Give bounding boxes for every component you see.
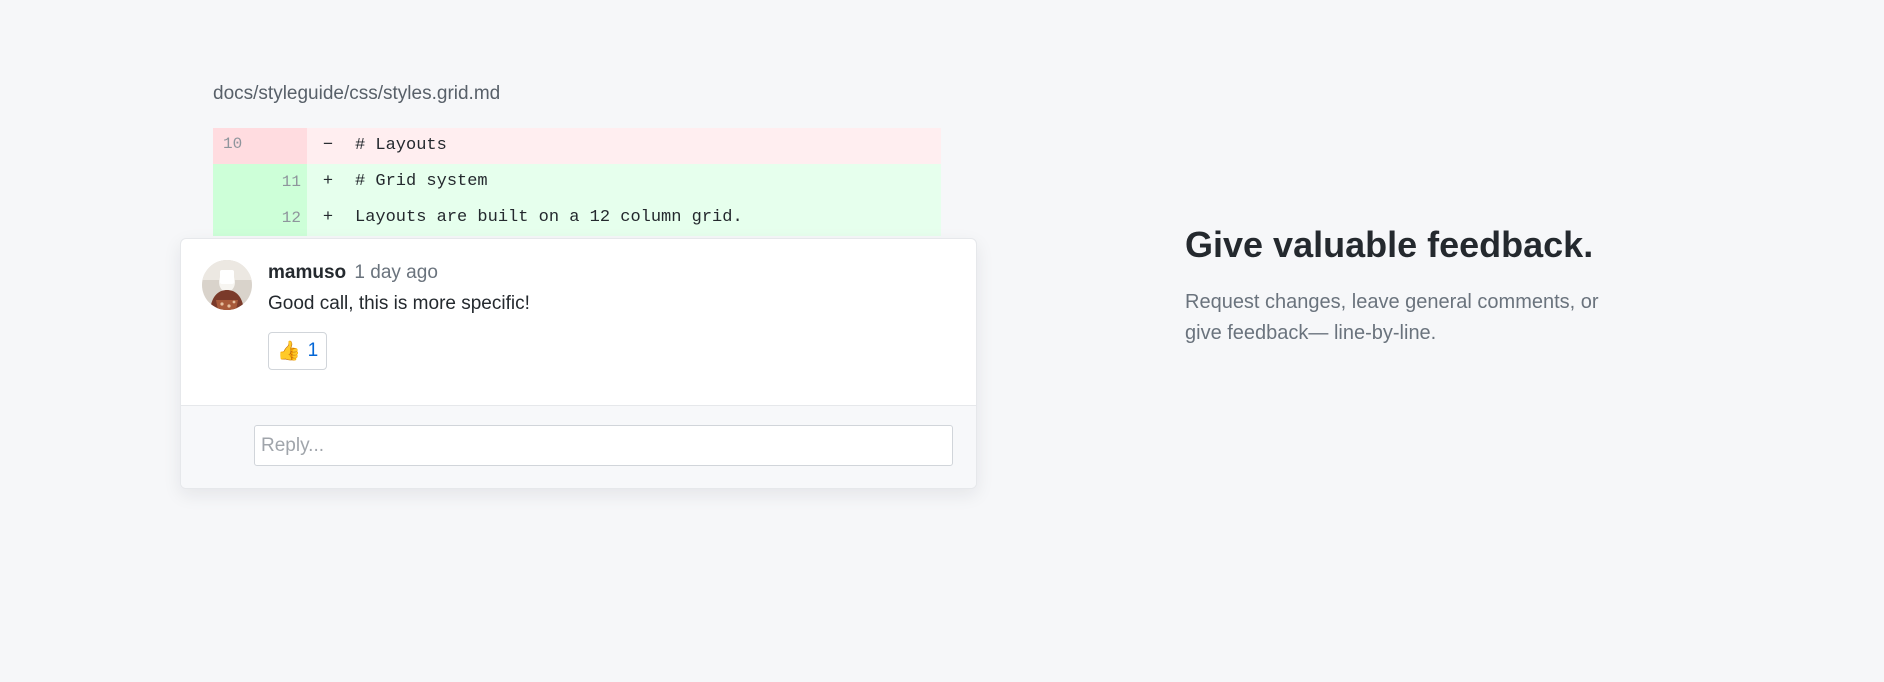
diff-sign: + bbox=[322, 208, 334, 227]
file-path: docs/styleguide/css/styles.grid.md bbox=[213, 83, 501, 104]
review-comment-card: mamuso 1 day ago Good call, this is more… bbox=[180, 238, 977, 489]
diff-code: Layouts are built on a 12 column grid. bbox=[355, 208, 743, 227]
diff-code: # Layouts bbox=[355, 136, 447, 155]
diff-view: 10 − # Layouts 11 + # Grid system 12 + L… bbox=[213, 128, 941, 236]
line-number: 11 bbox=[213, 164, 307, 200]
reaction-count: 1 bbox=[307, 340, 319, 361]
diff-code: # Grid system bbox=[355, 172, 488, 191]
comment-body: mamuso 1 day ago Good call, this is more… bbox=[181, 239, 976, 406]
reaction-button[interactable]: 👍 1 bbox=[268, 332, 328, 370]
comment-author[interactable]: mamuso bbox=[268, 262, 346, 283]
comment-header: mamuso 1 day ago bbox=[268, 260, 438, 286]
diff-row-deletion: 10 − # Layouts bbox=[213, 128, 941, 164]
comment-text: Good call, this is more specific! bbox=[268, 293, 530, 314]
diff-row-addition: 12 + Layouts are built on a 12 column gr… bbox=[213, 200, 941, 236]
feature-description: Request changes, leave general comments,… bbox=[1185, 291, 1599, 344]
reply-area bbox=[181, 406, 976, 488]
author-avatar[interactable] bbox=[202, 260, 252, 310]
feature-headline: Give valuable feedback. bbox=[1185, 224, 1594, 265]
reply-input[interactable] bbox=[254, 425, 953, 466]
thumbs-up-icon: 👍 bbox=[277, 340, 301, 362]
diff-sign: − bbox=[322, 136, 334, 155]
diff-row-addition: 11 + # Grid system bbox=[213, 164, 941, 200]
author-avatar-image bbox=[202, 260, 252, 310]
diff-sign: + bbox=[322, 172, 334, 191]
comment-timestamp[interactable]: 1 day ago bbox=[354, 262, 437, 283]
line-number: 10 bbox=[213, 128, 307, 164]
line-number: 12 bbox=[213, 200, 307, 236]
